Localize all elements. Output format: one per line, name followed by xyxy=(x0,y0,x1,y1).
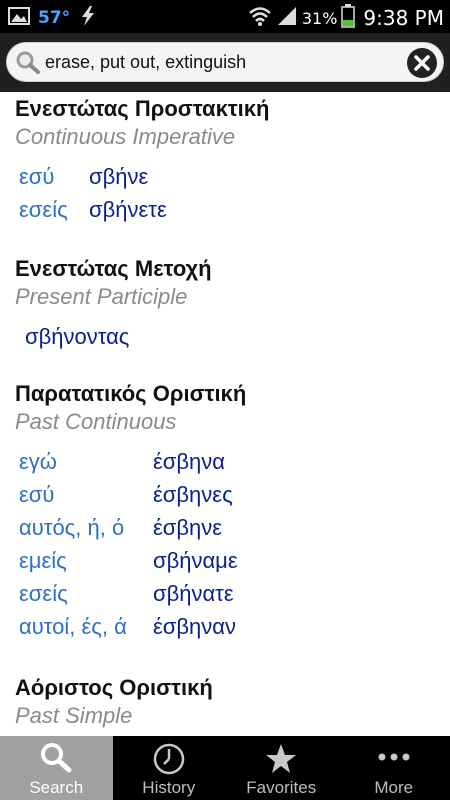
section-subtitle: Present Participle xyxy=(15,284,188,309)
signal-icon xyxy=(276,5,298,31)
verb-form: έσβηνες xyxy=(153,481,233,507)
conjugation-row: αυτοί, ές, ά έσβηναν xyxy=(15,610,445,643)
search-icon xyxy=(39,742,73,778)
search-box[interactable]: erase, put out, extinguish xyxy=(6,42,444,82)
conjugation-table: εσύ σβήνε εσείς σβήνετε xyxy=(15,160,445,226)
image-icon xyxy=(8,7,30,29)
pronoun: εμείς xyxy=(19,547,67,573)
section-subtitle: Past Simple xyxy=(15,703,133,728)
tab-label: Search xyxy=(29,778,84,797)
bottom-nav: Search History Favorites More xyxy=(0,736,450,800)
section-continuous-imperative: Ενεστώτας Προστακτική Continuous Imperat… xyxy=(15,96,445,226)
section-subtitle: Continuous Imperative xyxy=(15,124,236,149)
section-present-participle: Ενεστώτας Μετοχή Present Participle σβήν… xyxy=(15,256,445,353)
verb-form: έσβηνα xyxy=(153,448,225,474)
tab-label: More xyxy=(374,778,414,797)
pronoun: εγώ xyxy=(19,448,57,474)
section-title: Παρατατικός Οριστική xyxy=(15,381,247,406)
tab-favorites[interactable]: Favorites xyxy=(225,736,338,800)
clock-time: 9:38 PM xyxy=(363,6,444,30)
temperature: 57° xyxy=(38,8,71,28)
tab-label: History xyxy=(142,778,196,797)
lightning-icon xyxy=(78,5,98,31)
verb-form: σβήνε xyxy=(89,163,149,189)
tab-search[interactable]: Search xyxy=(0,736,113,800)
verb-form: σβήνετε xyxy=(89,196,167,222)
verb-form: έσβηναν xyxy=(153,613,236,639)
star-icon xyxy=(264,742,298,780)
section-title: Ενεστώτας Μετοχή xyxy=(15,256,212,281)
verb-form: σβήναμε xyxy=(153,547,238,573)
conjugation-table: σβήνοντας xyxy=(15,320,445,353)
pronoun: αυτός, ή, ό xyxy=(19,514,125,540)
section-title: Αόριστος Οριστική xyxy=(15,675,213,700)
conjugation-table: εγώ έσβηνα εσύ έσβηνες αυτός, ή, ό έσβην… xyxy=(15,445,445,643)
battery-icon xyxy=(341,4,356,32)
status-bar: 57° 31% 9:38 PM xyxy=(0,0,450,33)
section-past-simple: Αόριστος Οριστική Past Simple xyxy=(15,675,445,729)
pronoun: εσείς xyxy=(19,196,68,222)
verb-form: σβήνατε xyxy=(153,580,234,606)
conjugation-row: εσείς σβήνετε xyxy=(15,193,445,226)
search-icon xyxy=(15,51,41,79)
conjugation-row: εσύ σβήνε xyxy=(15,160,445,193)
verb-form: έσβηνε xyxy=(153,514,223,540)
more-dots-icon xyxy=(374,742,414,776)
conjugation-content[interactable]: Ενεστώτας Προστακτική Continuous Imperat… xyxy=(0,92,450,736)
pronoun: εσύ xyxy=(19,481,55,507)
pronoun: εσείς xyxy=(19,580,68,606)
conjugation-row: εμείς σβήναμε xyxy=(15,544,445,577)
section-title: Ενεστώτας Προστακτική xyxy=(15,96,270,121)
conjugation-row: εγώ έσβηνα xyxy=(15,445,445,478)
tab-more[interactable]: More xyxy=(338,736,450,800)
search-input[interactable]: erase, put out, extinguish xyxy=(45,52,246,73)
wifi-icon xyxy=(248,5,272,31)
conjugation-row: εσύ έσβηνες xyxy=(15,478,445,511)
section-subtitle: Past Continuous xyxy=(15,409,177,434)
search-bar: erase, put out, extinguish xyxy=(0,33,450,92)
section-past-continuous: Παρατατικός Οριστική Past Continuous εγώ… xyxy=(15,381,445,643)
battery-percent: 31% xyxy=(301,8,338,28)
status-right: 31% 9:38 PM xyxy=(248,4,444,32)
conjugation-row: εσείς σβήνατε xyxy=(15,577,445,610)
clock-icon xyxy=(152,742,186,780)
status-left: 57° xyxy=(8,5,98,31)
pronoun: εσύ xyxy=(19,163,55,189)
pronoun: αυτοί, ές, ά xyxy=(19,613,127,639)
conjugation-row: αυτός, ή, ό έσβηνε xyxy=(15,511,445,544)
close-icon[interactable] xyxy=(407,48,437,78)
conjugation-row: σβήνοντας xyxy=(15,320,445,353)
tab-label: Favorites xyxy=(246,778,317,797)
verb-form: σβήνοντας xyxy=(25,323,130,349)
tab-history[interactable]: History xyxy=(113,736,226,800)
